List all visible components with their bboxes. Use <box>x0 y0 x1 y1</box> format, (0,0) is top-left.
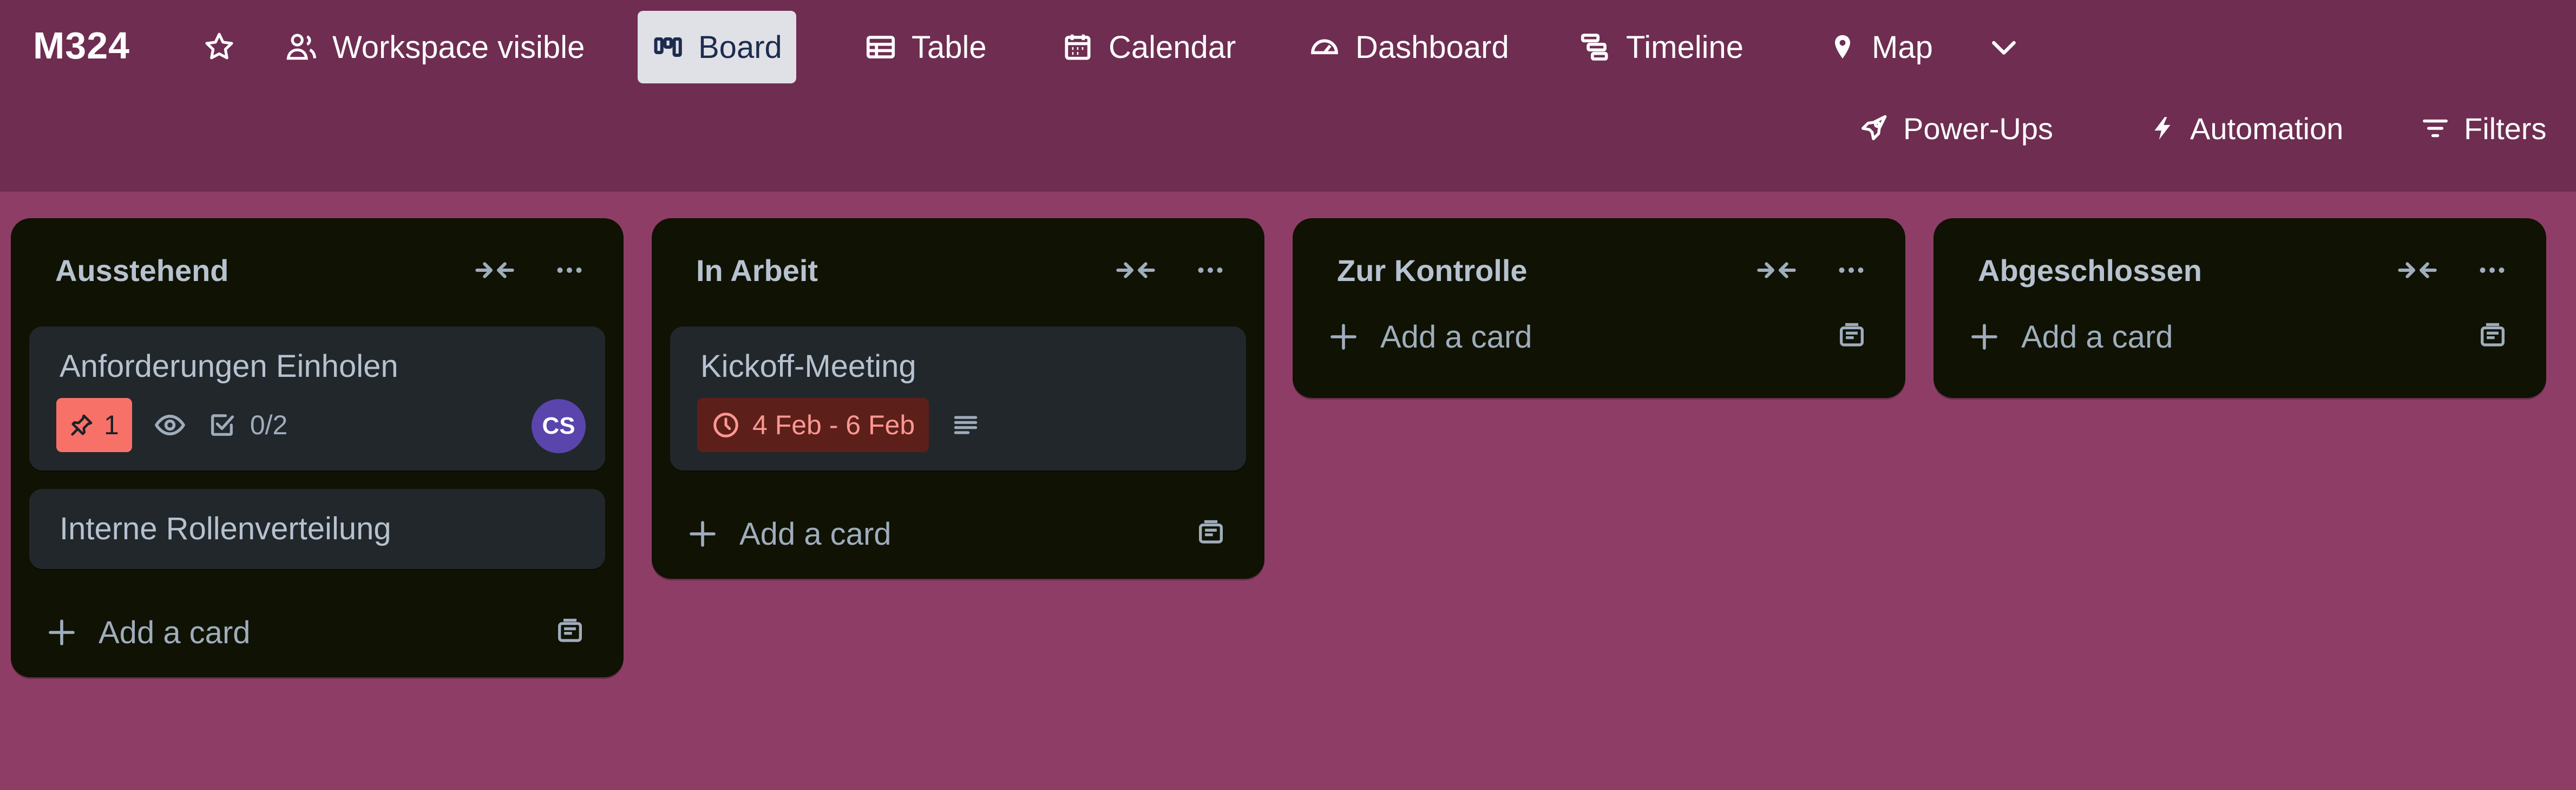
add-card-label: Add a card <box>2021 319 2173 355</box>
table-icon <box>864 30 897 64</box>
list-more-actions-icon[interactable] <box>1194 254 1227 286</box>
board-header-main-row: M324 Workspace visible Board Table Calen… <box>0 11 2576 83</box>
view-tab-label: Timeline <box>1626 29 1744 65</box>
filter-icon <box>2421 114 2450 143</box>
filters-label: Filters <box>2464 111 2547 146</box>
card-template-icon[interactable] <box>554 616 586 647</box>
view-tab-board[interactable]: Board <box>638 11 796 83</box>
more-views-button[interactable] <box>1976 11 2032 83</box>
add-card-label: Add a card <box>99 615 251 650</box>
dashboard-icon <box>1308 30 1341 64</box>
view-tab-label: Table <box>912 29 987 65</box>
card-kickoff-meeting[interactable]: Kickoff-Meeting 4 Feb - 6 Feb <box>670 327 1246 471</box>
list-title[interactable]: Zur Kontrolle <box>1337 253 1528 288</box>
add-card-row: Add a card <box>1933 308 2546 398</box>
automation-button[interactable]: Automation <box>2135 92 2357 165</box>
description-icon <box>951 410 981 440</box>
list-header: Abgeschlossen <box>1933 218 2546 308</box>
power-ups-label: Power-Ups <box>1903 111 2053 146</box>
list-header: In Arbeit <box>652 218 1264 327</box>
list-header: Ausstehend <box>11 218 624 327</box>
plus-icon <box>47 617 77 648</box>
power-ups-button[interactable]: Power-Ups <box>1844 92 2067 165</box>
card-template-icon[interactable] <box>1195 517 1227 549</box>
card-title: Anforderungen Einholen <box>60 349 398 384</box>
view-tab-label: Map <box>1872 29 1933 65</box>
lightning-bolt-icon <box>2149 113 2176 144</box>
view-tab-table[interactable]: Table <box>850 11 1001 83</box>
list-header: Zur Kontrolle <box>1293 218 1905 308</box>
card-title: Interne Rollenverteilung <box>60 511 391 546</box>
timeline-icon <box>1578 30 1612 64</box>
collapse-list-icon[interactable] <box>474 255 515 285</box>
notification-count: 1 <box>104 410 119 440</box>
card-template-icon[interactable] <box>2477 320 2508 351</box>
list-title[interactable]: Ausstehend <box>55 253 229 288</box>
people-icon <box>285 30 318 64</box>
calendar-icon <box>1061 30 1094 64</box>
view-tab-map[interactable]: Map <box>1813 11 1947 83</box>
board-icon <box>652 31 684 63</box>
card-interne-rollenverteilung[interactable]: Interne Rollenverteilung <box>29 489 605 569</box>
map-pin-icon <box>1827 32 1858 62</box>
add-card-label: Add a card <box>739 516 892 552</box>
automation-label: Automation <box>2190 111 2344 146</box>
workspace-visibility-label: Workspace visible <box>332 29 585 65</box>
star-board-button[interactable] <box>195 11 244 83</box>
chevron-down-icon <box>1987 30 2021 64</box>
collapse-list-icon[interactable] <box>1115 255 1156 285</box>
eye-icon <box>154 409 186 441</box>
add-card-label: Add a card <box>1380 319 1532 355</box>
card-template-icon[interactable] <box>1836 320 1867 351</box>
member-avatar[interactable]: CS <box>532 399 586 453</box>
board-title[interactable]: M324 <box>33 24 130 67</box>
plus-icon <box>1328 322 1359 352</box>
notification-badge[interactable]: 1 <box>56 398 132 452</box>
view-tab-timeline[interactable]: Timeline <box>1564 11 1758 83</box>
clock-icon <box>711 410 740 440</box>
filters-button[interactable]: Filters <box>2407 92 2560 165</box>
view-tab-label: Board <box>698 29 782 65</box>
add-card-button[interactable]: Add a card <box>1328 312 1532 361</box>
add-card-row: Add a card <box>652 489 1264 579</box>
rocket-icon <box>1858 113 1889 144</box>
list-in-arbeit: In Arbeit Kickoff-Meeting 4 Feb - 6 Feb <box>652 218 1264 579</box>
list-zur-kontrolle: Zur Kontrolle Add a card <box>1293 218 1905 398</box>
due-date-badge[interactable]: 4 Feb - 6 Feb <box>697 398 929 452</box>
workspace-visibility-button[interactable]: Workspace visible <box>271 11 599 83</box>
list-more-actions-icon[interactable] <box>1835 254 1867 286</box>
add-card-row: Add a card <box>1293 308 1905 398</box>
view-tab-calendar[interactable]: Calendar <box>1047 11 1250 83</box>
plus-icon <box>687 519 718 549</box>
view-tab-dashboard[interactable]: Dashboard <box>1294 11 1523 83</box>
list-title[interactable]: In Arbeit <box>696 253 818 288</box>
add-card-button[interactable]: Add a card <box>47 608 251 657</box>
collapse-list-icon[interactable] <box>1756 255 1797 285</box>
list-more-actions-icon[interactable] <box>2476 254 2508 286</box>
add-card-row: Add a card <box>11 587 624 677</box>
pin-icon <box>69 413 94 438</box>
card-title: Kickoff-Meeting <box>700 349 916 384</box>
list-ausstehend: Ausstehend Anforderungen Einholen 1 0/2 … <box>11 218 624 677</box>
collapse-list-icon[interactable] <box>2397 255 2438 285</box>
list-abgeschlossen: Abgeschlossen Add a card <box>1933 218 2546 398</box>
checkbox-icon <box>208 411 236 439</box>
card-anforderungen-einholen[interactable]: Anforderungen Einholen 1 0/2 CS <box>29 327 605 471</box>
add-card-button[interactable]: Add a card <box>1969 312 2173 361</box>
board-header: M324 Workspace visible Board Table Calen… <box>0 0 2576 192</box>
list-more-actions-icon[interactable] <box>553 254 586 286</box>
plus-icon <box>1969 322 2000 352</box>
due-date-text: 4 Feb - 6 Feb <box>752 410 915 440</box>
card-badges: 1 0/2 <box>56 398 287 452</box>
board-header-actions-row: Power-Ups Automation Filters <box>0 92 2576 165</box>
checklist-badge: 0/2 <box>208 409 288 441</box>
add-card-button[interactable]: Add a card <box>687 510 892 558</box>
card-badges: 4 Feb - 6 Feb <box>697 398 981 452</box>
view-tab-label: Dashboard <box>1355 29 1509 65</box>
view-tab-label: Calendar <box>1109 29 1236 65</box>
checklist-progress: 0/2 <box>250 410 288 440</box>
star-icon <box>202 30 236 64</box>
list-title[interactable]: Abgeschlossen <box>1978 253 2202 288</box>
